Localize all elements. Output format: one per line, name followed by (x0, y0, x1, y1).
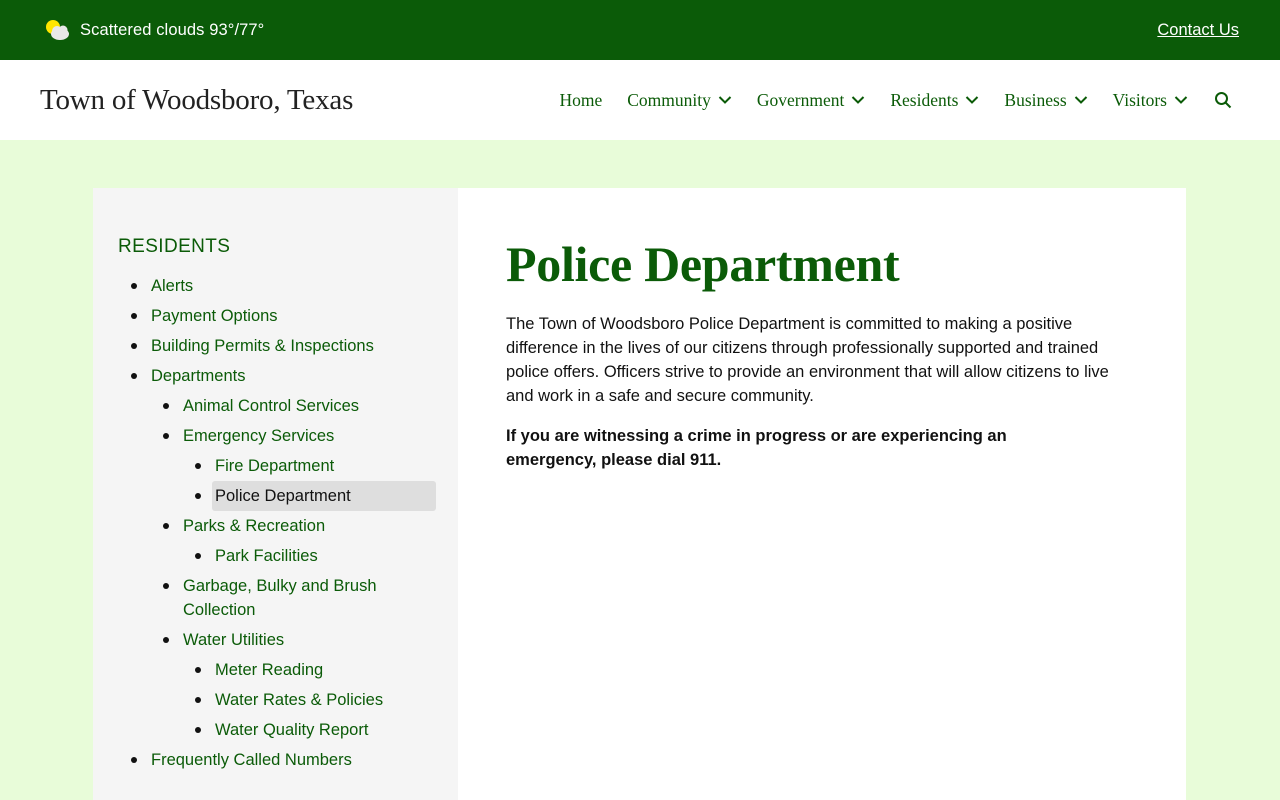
sidebar-item-parks-recreation[interactable]: Parks & Recreation (163, 511, 436, 541)
sidebar-item-water-rates[interactable]: Water Rates & Policies (195, 685, 436, 715)
nav-item-label: Home (559, 89, 603, 110)
weather-text: Scattered clouds 93°/77° (80, 20, 265, 39)
nav-item-label: Residents (890, 89, 959, 110)
top-bar: Scattered clouds 93°/77° Contact Us (0, 0, 1280, 60)
main-content: Police Department The Town of Woodsboro … (458, 188, 1186, 800)
nav-item-government[interactable]: Government (757, 90, 865, 111)
sidebar-item-water-quality[interactable]: Water Quality Report (195, 715, 436, 745)
site-header: Town of Woodsboro, Texas Home Community … (0, 60, 1280, 140)
nav-item-label: Visitors (1112, 89, 1167, 110)
nav-item-label: Business (1004, 89, 1067, 110)
sidebar-item-payment-options[interactable]: Payment Options (131, 301, 436, 331)
partly-cloudy-icon (44, 18, 72, 42)
sidebar-item-park-facilities[interactable]: Park Facilities (195, 541, 436, 571)
sidebar-item-water-utilities[interactable]: Water Utilities (163, 625, 436, 655)
sidebar: RESIDENTS Alerts Payment Options Buildin… (93, 188, 458, 800)
nav-item-home[interactable]: Home (559, 90, 602, 111)
nav-item-visitors[interactable]: Visitors (1113, 90, 1188, 111)
chevron-down-icon (852, 96, 865, 104)
sidebar-item-alerts[interactable]: Alerts (131, 271, 436, 301)
intro-paragraph: The Town of Woodsboro Police Department … (506, 315, 1109, 405)
sidebar-item-animal-control[interactable]: Animal Control Services (163, 391, 436, 421)
sidebar-item-frequently-called-numbers[interactable]: Frequently Called Numbers (131, 745, 436, 775)
nav-item-community[interactable]: Community (627, 90, 732, 111)
weather-widget: Scattered clouds 93°/77° (44, 18, 264, 42)
sidebar-item-fire-department[interactable]: Fire Department (195, 451, 436, 481)
sidebar-item-police-department[interactable]: Police Department (195, 481, 436, 511)
nav-item-label: Government (756, 89, 845, 110)
chevron-down-icon (1174, 96, 1188, 104)
chevron-down-icon (718, 96, 732, 104)
sidebar-nav: Alerts Payment Options Building Permits … (118, 271, 436, 775)
sidebar-item-meter-reading[interactable]: Meter Reading (195, 655, 436, 685)
emergency-notice: If you are witnessing a crime in progres… (506, 427, 1007, 469)
sidebar-item-garbage-collection[interactable]: Garbage, Bulky and Brush Collection (163, 571, 436, 625)
chevron-down-icon (966, 96, 979, 104)
sidebar-item-emergency-services[interactable]: Emergency Services (163, 421, 436, 451)
page-title: Police Department (506, 236, 900, 292)
nav-item-label: Community (627, 89, 711, 110)
nav-item-business[interactable]: Business (1004, 90, 1087, 111)
contact-us-link[interactable]: Contact Us (1157, 21, 1239, 40)
nav-item-residents[interactable]: Residents (890, 90, 979, 111)
sidebar-item-departments[interactable]: Departments (131, 361, 436, 391)
sidebar-heading[interactable]: RESIDENTS (118, 236, 436, 258)
search-icon[interactable] (1214, 91, 1232, 109)
sidebar-item-building-permits[interactable]: Building Permits & Inspections (131, 331, 436, 361)
main-nav: Home Community Government Residents Busi… (559, 90, 1232, 111)
chevron-down-icon (1074, 96, 1087, 104)
site-title[interactable]: Town of Woodsboro, Texas (40, 84, 353, 117)
content-wrapper: RESIDENTS Alerts Payment Options Buildin… (93, 188, 1186, 800)
